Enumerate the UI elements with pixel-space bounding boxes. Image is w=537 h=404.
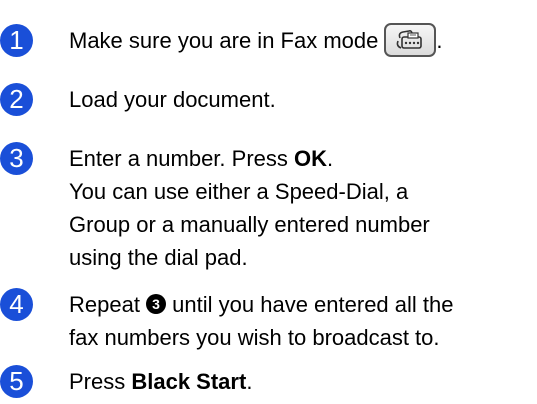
step-instruction: Enter a number. Press OK. xyxy=(69,146,334,171)
step-number-badge: 1 xyxy=(0,24,33,57)
step-number-badge: 4 xyxy=(0,288,33,321)
step-detail-line: using the dial pad. xyxy=(69,245,248,270)
step-detail-line: Group or a manually entered number xyxy=(69,212,430,237)
step-detail-line: You can use either a Speed-Dial, a xyxy=(69,179,409,204)
step-text: Load your document. xyxy=(69,83,529,116)
step-text: Enter a number. Press OK. You can use ei… xyxy=(69,142,529,274)
step-text: Press Black Start. xyxy=(69,369,253,394)
step-suffix: . xyxy=(436,28,443,53)
step-text: Repeat 3 until you have entered all the … xyxy=(69,288,529,354)
step-number-badge: 2 xyxy=(0,83,33,116)
step-reference-3: 3 xyxy=(146,294,167,315)
step-text: Make sure you are in Fax mode . xyxy=(69,23,529,59)
step-instruction: Make sure you are in Fax mode xyxy=(69,28,379,53)
step-instruction: Load your document. xyxy=(69,87,276,112)
step-detail-line: fax numbers you wish to broadcast to. xyxy=(69,325,440,350)
step-number-badge: 3 xyxy=(0,142,33,175)
step-instruction: Repeat 3 until you have entered all the xyxy=(69,292,454,317)
key-name-black-start: Black Start xyxy=(131,369,247,394)
fax-mode-button-icon xyxy=(384,23,437,58)
key-name-ok: OK xyxy=(294,146,327,171)
step-number-badge: 5 xyxy=(0,365,33,398)
